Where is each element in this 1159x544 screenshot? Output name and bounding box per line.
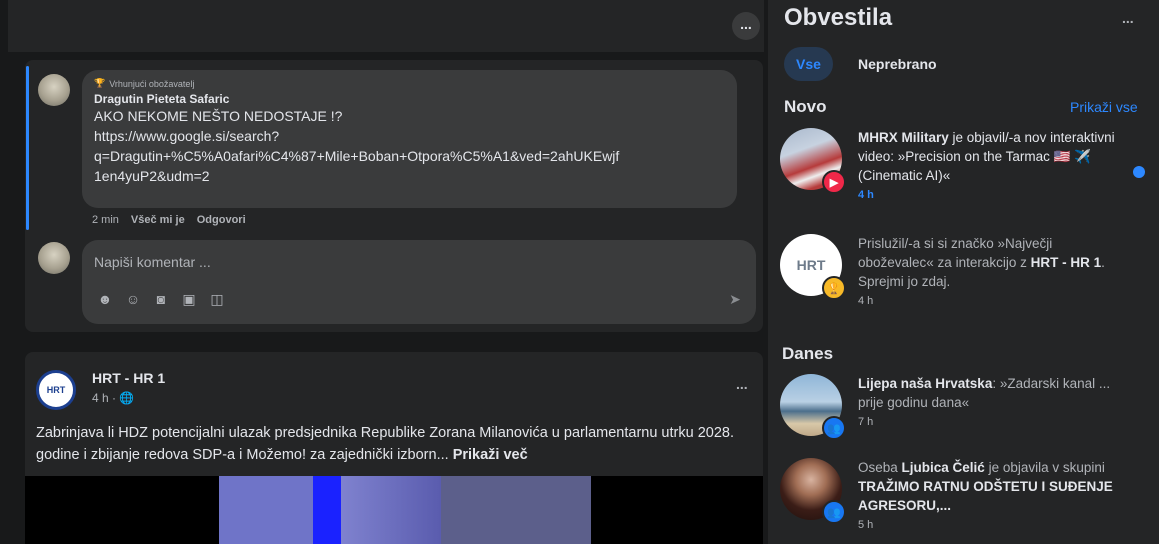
reply-comment-button[interactable]: Odgovori (197, 214, 246, 226)
notification-message: Prislužil/-a si si značko »Največji obož… (858, 236, 1053, 270)
notification-text: Prislužil/-a si si značko »Največji obož… (858, 234, 1126, 311)
notification-message-mid: je objavila v skupini (984, 460, 1105, 475)
unread-dot (1133, 166, 1145, 178)
top-fan-badge: 🏆 Vrhunjući obožavatelj (94, 78, 725, 89)
emoji-icon[interactable]: ☺ (124, 290, 142, 308)
notifications-title: Obvestila (784, 4, 893, 31)
notification-text: Oseba Ljubica Čelić je objavila v skupin… (858, 458, 1126, 535)
gif-icon[interactable]: ▣ (180, 290, 198, 308)
video-badge-icon: ▶ (822, 170, 846, 194)
sticker-icon[interactable]: ◫ (208, 290, 226, 308)
send-icon[interactable]: ➤ (726, 290, 744, 308)
more-options-button[interactable]: ... (732, 12, 760, 40)
post-body: Zabrinjava li HDZ potencijalni ulazak pr… (36, 425, 734, 463)
notification-text: Lijepa naša Hrvatska: »Zadarski kanal ..… (858, 374, 1126, 432)
comment-input[interactable]: Napiši komentar ... (94, 254, 211, 270)
trophy-badge-icon: 🏆 (822, 276, 846, 300)
group-badge-icon: 👥 (822, 416, 846, 440)
notification-actor: Lijepa naša Hrvatska (858, 376, 993, 391)
notification-text: MHRX Military je objavil/-a nov interakt… (858, 128, 1126, 205)
news-feed: ... 🏆 Vrhunjući obožavatelj Dragutin Pie… (0, 0, 768, 544)
tab-unread[interactable]: Neprebrano (846, 47, 949, 81)
comment-bubble: 🏆 Vrhunjući obožavatelj Dragutin Pieteta… (82, 70, 737, 208)
comment-text-line: AKO NEKOME NEŠTO NEDOSTAJE !? (94, 108, 343, 124)
post-video[interactable] (25, 476, 763, 544)
section-new-heading: Novo (784, 97, 827, 116)
video-frame (313, 476, 341, 544)
tab-all[interactable]: Vse (784, 47, 833, 81)
comment-link-line[interactable]: https://www.google.si/search? (94, 127, 725, 146)
notification-time: 7 h (858, 416, 874, 428)
notification-item[interactable]: ▶ MHRX Military je objavil/-a nov intera… (780, 128, 1155, 208)
comment-link-line[interactable]: q=Dragutin+%C5%A0afari%C4%87+Mile+Boban+… (94, 147, 725, 166)
write-comment-box[interactable]: Napiši komentar ... ☻ ☺ ◙ ▣ ◫ ➤ (82, 240, 756, 324)
notification-actor: Ljubica Čelić (901, 460, 985, 475)
video-frame (441, 476, 591, 544)
section-today-heading: Danes (782, 344, 834, 363)
notification-group: TRAŽIMO RATNU ODŠTETU I SUĐENJE AGRESORU… (858, 479, 1113, 513)
comment-actions: 2 min Všeč mi je Odgovori (92, 214, 246, 226)
notification-time: 4 h (858, 189, 874, 201)
see-all-link[interactable]: Prikaži vse (1070, 99, 1138, 115)
notification-time: 5 h (858, 519, 874, 531)
hrt-logo: HRT (796, 257, 826, 273)
notification-actor: MHRX Military (858, 130, 949, 145)
comment-author[interactable]: Dragutin Pieteta Safaric (94, 92, 725, 106)
notification-item[interactable]: HRT 🏆 Prislužil/-a si si značko »Največj… (780, 234, 1155, 314)
notification-actor: HRT - HR 1 (1030, 255, 1102, 270)
notification-time: 4 h (858, 295, 874, 307)
comment-tools: ☻ ☺ ◙ ▣ ◫ (96, 290, 226, 308)
see-more-link[interactable]: Prikaži več (453, 447, 528, 463)
page-name[interactable]: HRT - HR 1 (92, 370, 165, 386)
camera-icon[interactable]: ◙ (152, 290, 170, 308)
avatar-sticker-icon[interactable]: ☻ (96, 290, 114, 308)
notification-message: Oseba (858, 460, 902, 475)
top-fan-label: Vrhunjući obožavatelj (109, 78, 195, 89)
video-frame (341, 476, 441, 544)
comment-time[interactable]: 2 min (92, 214, 119, 226)
group-badge-icon: 👥 (822, 500, 846, 524)
previous-post-bottom: ... (8, 0, 764, 52)
post-text: Zabrinjava li HDZ potencijalni ulazak pr… (36, 422, 756, 466)
post-meta[interactable]: 4 h · 🌐 (92, 391, 134, 405)
page-avatar[interactable]: HRT (36, 370, 76, 410)
commenter-avatar[interactable] (38, 74, 70, 106)
like-comment-button[interactable]: Všeč mi je (131, 214, 185, 226)
notification-item[interactable]: 👥 Lijepa naša Hrvatska: »Zadarski kanal … (780, 374, 1155, 444)
notification-item[interactable]: 👥 Oseba Ljubica Čelić je objavila v skup… (780, 458, 1155, 544)
video-frame (219, 476, 313, 544)
thread-line (26, 66, 29, 230)
current-user-avatar[interactable] (38, 242, 70, 274)
post-more-button[interactable]: ... (736, 376, 748, 392)
notifications-more-button[interactable]: ... (1122, 10, 1134, 26)
trophy-icon: 🏆 (94, 78, 106, 88)
comment-link-line[interactable]: 1en4yuP2&udm=2 (94, 167, 725, 186)
page-avatar-logo: HRT (46, 385, 66, 395)
